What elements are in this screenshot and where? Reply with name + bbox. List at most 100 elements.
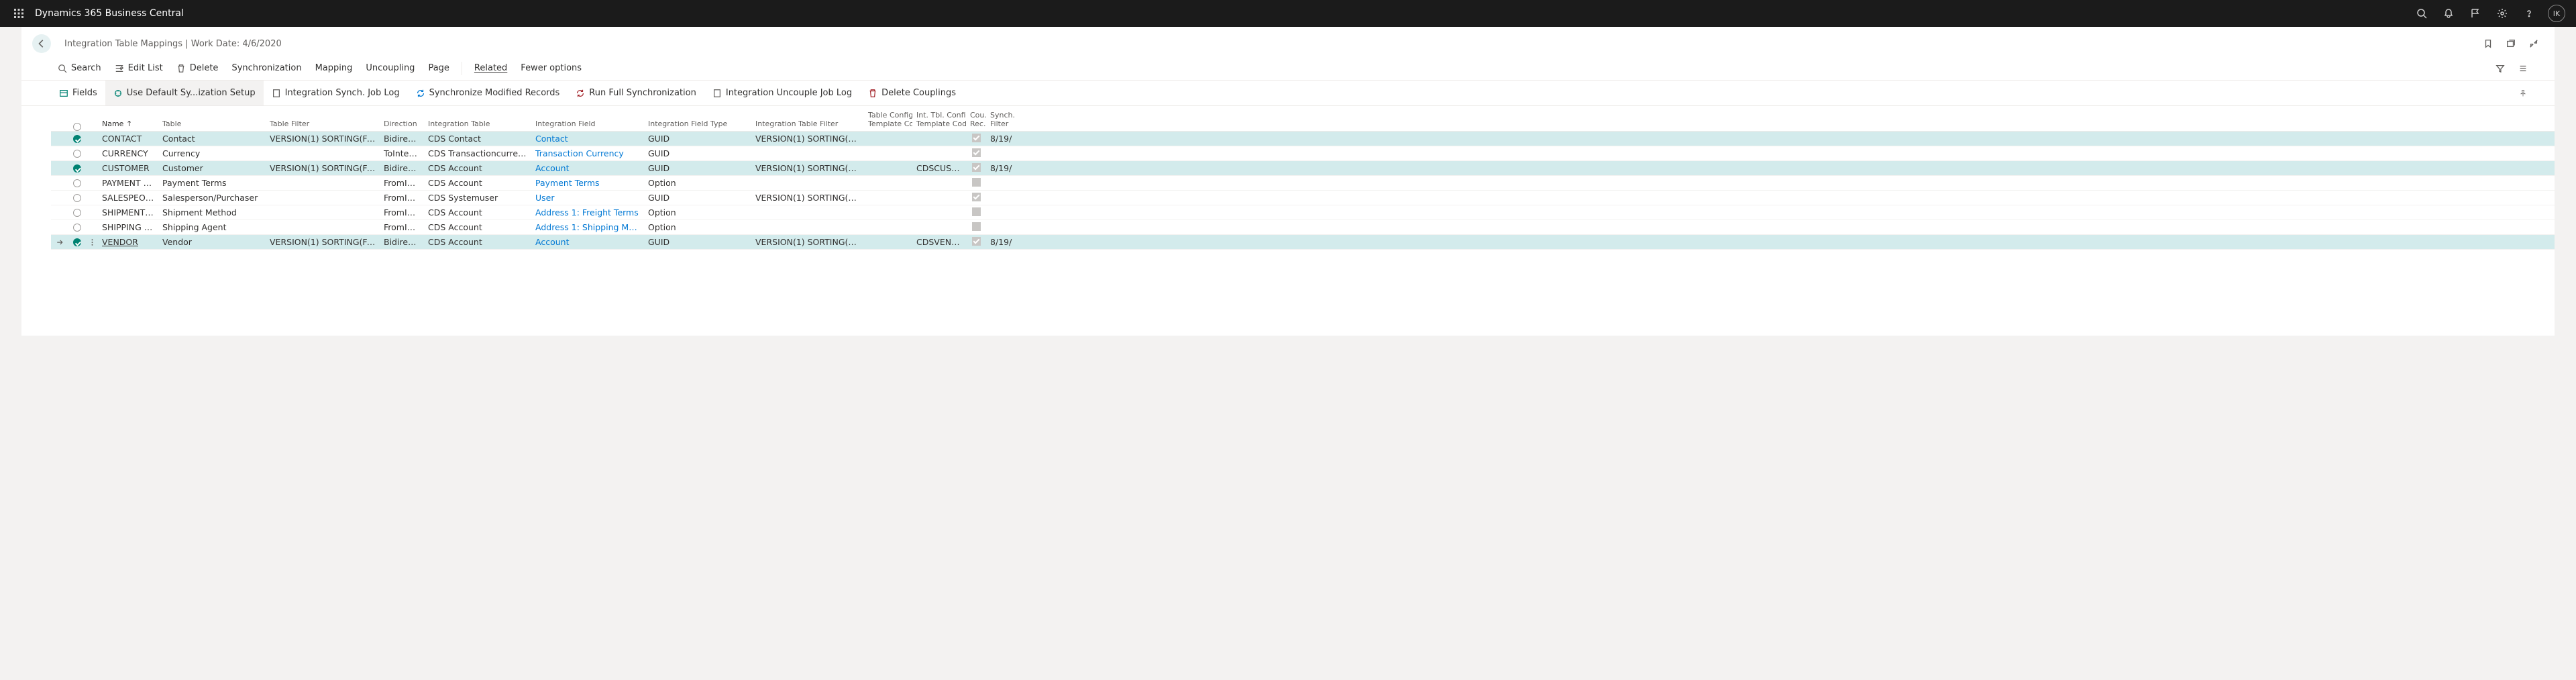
col-integration-table[interactable]: Integration Table	[424, 119, 531, 131]
table-row[interactable]: PAYMENT T…Payment TermsFromIntegr…CDS Ac…	[51, 176, 2555, 191]
col-direction[interactable]: Direction	[380, 119, 424, 131]
cell-name[interactable]: CUSTOMER	[98, 163, 158, 173]
cell-couple-records[interactable]	[966, 163, 986, 174]
table-row[interactable]: CURRENCYCurrency ToIntegrati…CDS Transact…	[51, 146, 2555, 161]
cell-table[interactable]: Currency	[158, 148, 266, 158]
cell-integration-table-filter[interactable]: VERSION(1) SORTING(Field1) W…	[751, 163, 864, 173]
cell-integration-table[interactable]: CDS Account	[424, 222, 531, 232]
cell-direction[interactable]: ToIntegrati…	[380, 148, 424, 158]
cell-couple-records[interactable]	[966, 237, 986, 248]
cell-table-filter[interactable]: VERSION(1) SORTING(Field1) W…	[266, 163, 380, 173]
table-row[interactable]: VENDORVendorVERSION(1) SORTING(Field1) W…	[51, 235, 2555, 250]
cell-direction[interactable]: Bidirectional	[380, 237, 424, 247]
row-more-icon[interactable]	[86, 238, 98, 246]
cell-name[interactable]: CURRENCY	[98, 148, 158, 158]
row-select[interactable]	[68, 135, 86, 143]
cell-synch-filter[interactable]: 8/19/	[986, 163, 1020, 173]
row-select[interactable]	[68, 150, 86, 158]
col-integration-field-type[interactable]: Integration Field Type	[644, 119, 751, 131]
cell-table-filter[interactable]: VERSION(1) SORTING(Field1) W…	[266, 134, 380, 144]
cell-couple-records[interactable]	[966, 207, 986, 218]
col-integration-field[interactable]: Integration Field	[531, 119, 644, 131]
cell-integration-field[interactable]: Account	[531, 163, 644, 173]
search-action[interactable]: Search	[51, 56, 108, 80]
notifications-icon[interactable]	[2435, 0, 2462, 27]
use-default-setup-action[interactable]: Use Default Sy...ization Setup	[105, 81, 264, 105]
fields-action[interactable]: Fields	[51, 81, 105, 105]
cell-integration-table-filter[interactable]: VERSION(1) SORTING(Field1) W…	[751, 134, 864, 144]
cell-direction[interactable]: Bidirectional	[380, 134, 424, 144]
delete-action[interactable]: Delete	[170, 56, 225, 80]
synch-log-action[interactable]: Integration Synch. Job Log	[264, 81, 408, 105]
cell-integration-field[interactable]: User	[531, 193, 644, 203]
delete-couplings-action[interactable]: Delete Couplings	[860, 81, 964, 105]
fewer-options-action[interactable]: Fewer options	[514, 56, 588, 80]
open-new-window-icon[interactable]	[2501, 34, 2521, 54]
help-icon[interactable]	[2516, 0, 2542, 27]
col-table-filter[interactable]: Table Filter	[266, 119, 380, 131]
sync-modified-action[interactable]: Synchronize Modified Records	[408, 81, 568, 105]
uncouple-log-action[interactable]: Integration Uncouple Job Log	[704, 81, 860, 105]
user-avatar[interactable]: IK	[2548, 5, 2565, 22]
cell-name[interactable]: SHIPMENT …	[98, 207, 158, 217]
cell-direction[interactable]: FromIntegr…	[380, 178, 424, 188]
collapse-icon[interactable]	[2524, 34, 2544, 54]
cell-integration-field-type[interactable]: GUID	[644, 134, 751, 144]
search-icon[interactable]	[2408, 0, 2435, 27]
cell-integration-field[interactable]: Payment Terms	[531, 178, 644, 188]
cell-name[interactable]: CONTACT	[98, 134, 158, 144]
cell-name[interactable]: VENDOR	[98, 237, 158, 247]
cell-direction[interactable]: FromIntegr…	[380, 193, 424, 203]
cell-int-tbl-config-template[interactable]: CDSCUSTOME	[912, 163, 966, 173]
cell-integration-field-type[interactable]: GUID	[644, 148, 751, 158]
cell-couple-records[interactable]	[966, 134, 986, 144]
cell-synch-filter[interactable]: 8/19/	[986, 134, 1020, 144]
cell-integration-field-type[interactable]: Option	[644, 222, 751, 232]
col-table[interactable]: Table	[158, 119, 266, 131]
flag-icon[interactable]	[2462, 0, 2489, 27]
related-menu[interactable]: Related	[468, 56, 514, 80]
table-row[interactable]: CUSTOMERCustomerVERSION(1) SORTING(Field…	[51, 161, 2555, 176]
cell-couple-records[interactable]	[966, 178, 986, 189]
cell-direction[interactable]: FromIntegr…	[380, 222, 424, 232]
cell-integration-table[interactable]: CDS Transactioncurrency	[424, 148, 531, 158]
cell-integration-table[interactable]: CDS Account	[424, 163, 531, 173]
cell-table[interactable]: Salesperson/Purchaser	[158, 193, 266, 203]
cell-int-tbl-config-template[interactable]: CDSVENDOR	[912, 237, 966, 247]
cell-integration-table[interactable]: CDS Account	[424, 237, 531, 247]
cell-integration-field-type[interactable]: GUID	[644, 237, 751, 247]
cell-name[interactable]: SHIPPING …	[98, 222, 158, 232]
cell-integration-field-type[interactable]: GUID	[644, 163, 751, 173]
cell-direction[interactable]: Bidirectional	[380, 163, 424, 173]
cell-integration-table[interactable]: CDS Systemuser	[424, 193, 531, 203]
cell-integration-field[interactable]: Account	[531, 237, 644, 247]
run-full-sync-action[interactable]: Run Full Synchronization	[568, 81, 704, 105]
list-view-icon[interactable]	[2513, 58, 2533, 79]
cell-table-filter[interactable]: VERSION(1) SORTING(Field1) W…	[266, 237, 380, 247]
cell-integration-table-filter[interactable]: VERSION(1) SORTING(Field1) W…	[751, 193, 864, 203]
table-row[interactable]: CONTACTContactVERSION(1) SORTING(Field1)…	[51, 132, 2555, 146]
settings-icon[interactable]	[2489, 0, 2516, 27]
cell-table[interactable]: Payment Terms	[158, 178, 266, 188]
cell-table[interactable]: Vendor	[158, 237, 266, 247]
col-synch-filter[interactable]: Synch.Filter	[986, 111, 1020, 131]
col-integration-table-filter[interactable]: Integration Table Filter	[751, 119, 864, 131]
synchronization-menu[interactable]: Synchronization	[225, 56, 308, 80]
back-button[interactable]	[32, 34, 51, 53]
table-row[interactable]: SHIPMENT …Shipment Method FromIntegr…CDS …	[51, 205, 2555, 220]
cell-couple-records[interactable]	[966, 193, 986, 203]
page-menu[interactable]: Page	[421, 56, 455, 80]
cell-table[interactable]: Contact	[158, 134, 266, 144]
row-select[interactable]	[68, 194, 86, 202]
row-select[interactable]	[68, 164, 86, 173]
cell-integration-field[interactable]: Address 1: Freight Terms	[531, 207, 644, 217]
uncoupling-menu[interactable]: Uncoupling	[359, 56, 421, 80]
cell-table[interactable]: Shipping Agent	[158, 222, 266, 232]
cell-name[interactable]: PAYMENT T…	[98, 178, 158, 188]
cell-integration-table[interactable]: CDS Account	[424, 207, 531, 217]
bookmark-icon[interactable]	[2478, 34, 2498, 54]
cell-table[interactable]: Shipment Method	[158, 207, 266, 217]
col-int-tbl-config-template[interactable]: Int. Tbl. ConfigTemplate Code	[912, 111, 966, 131]
cell-integration-field[interactable]: Transaction Currency	[531, 148, 644, 158]
cell-direction[interactable]: FromIntegr…	[380, 207, 424, 217]
